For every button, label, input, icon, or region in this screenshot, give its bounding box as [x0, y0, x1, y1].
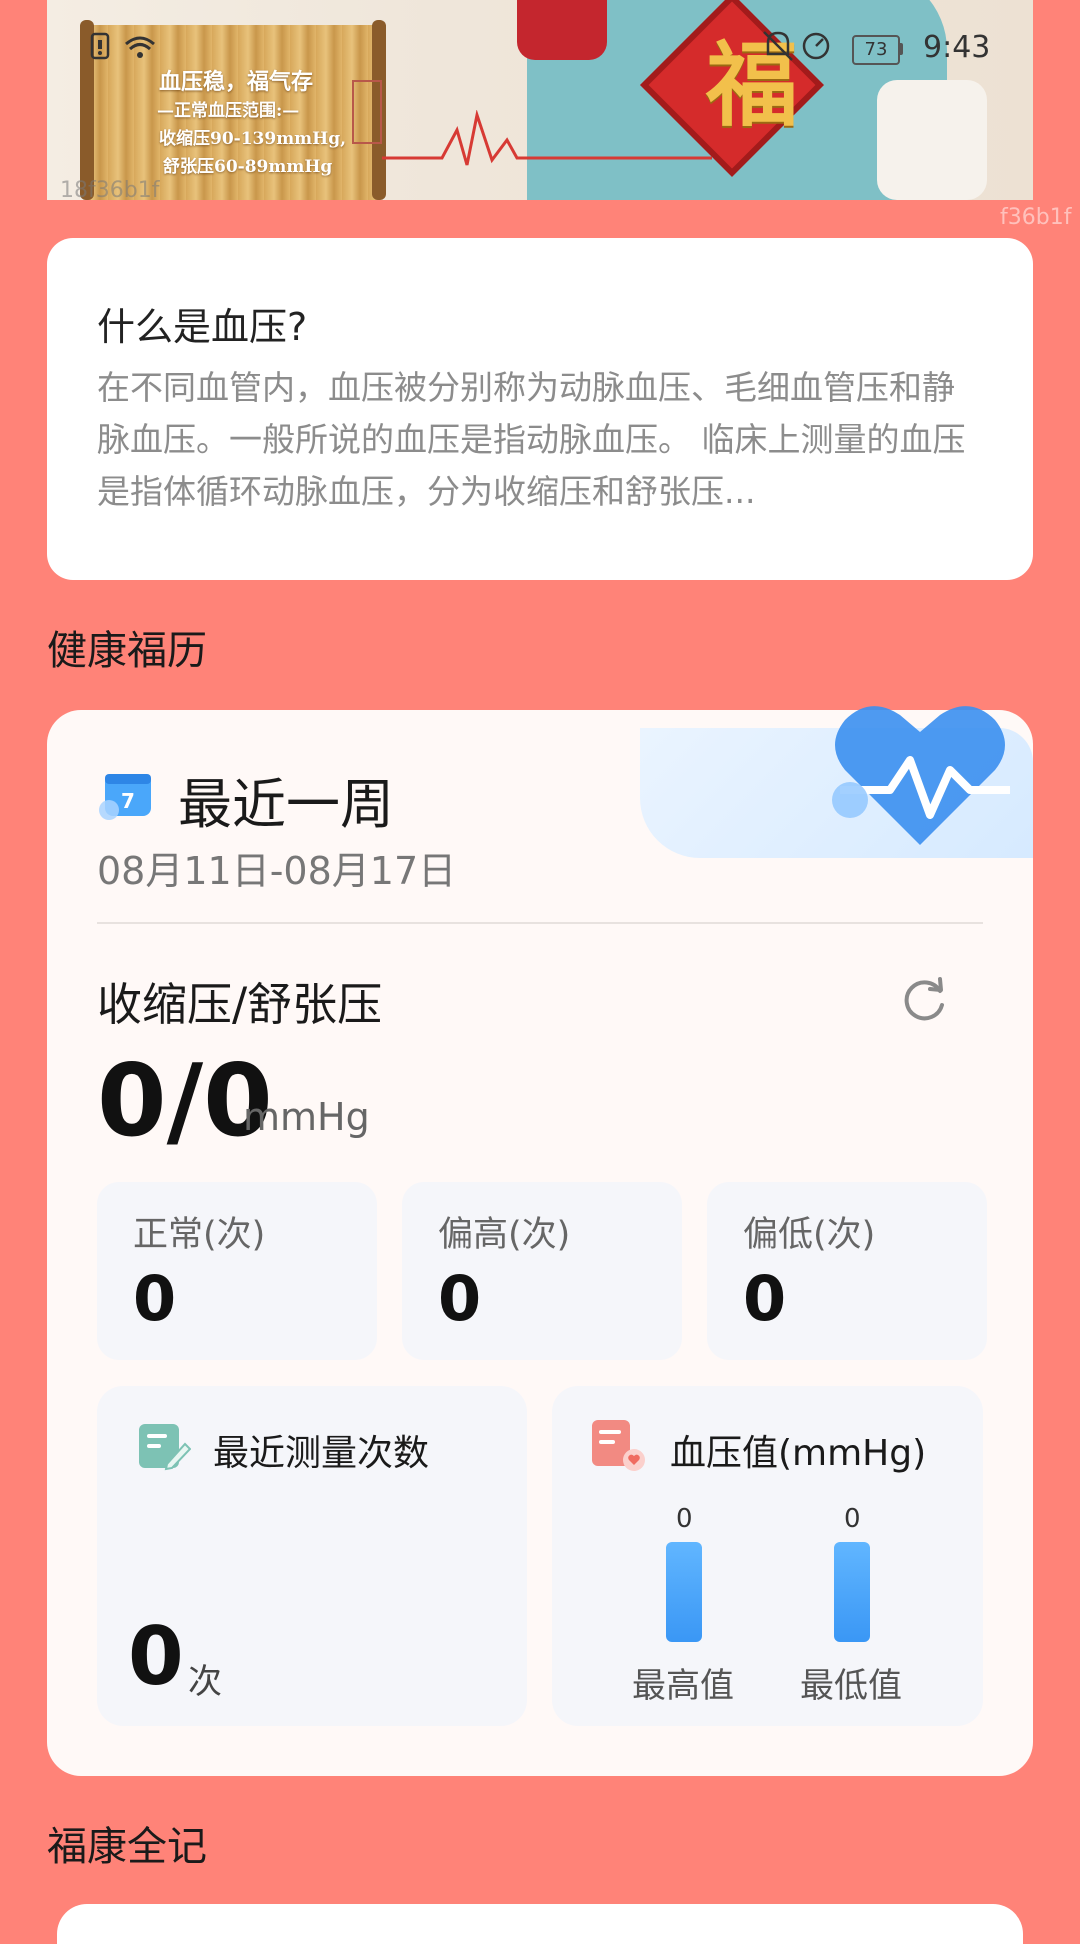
week-date-range: 08月11日-08月17日: [97, 849, 457, 893]
bar-min-label: 最低值: [800, 1666, 902, 1706]
measure-count-label: 最近测量次数: [213, 1433, 430, 1474]
stat-high-label: 偏高(次): [438, 1215, 571, 1255]
bp-chart-title: 血压值(mmHg): [670, 1433, 927, 1474]
banner-headline: 血压稳，福气存: [159, 69, 314, 95]
section-title-health-calendar: 健康福历: [47, 628, 207, 674]
status-left-icons: [90, 28, 170, 69]
watermark-right: f36b1f: [1000, 205, 1072, 230]
ecg-line-icon: [382, 110, 712, 166]
bar-min-value: 0: [844, 1504, 861, 1534]
stat-normal-value: 0: [133, 1262, 177, 1335]
svg-text:7: 7: [121, 789, 135, 813]
heart-pulse-icon: [832, 706, 1010, 845]
banner-diastolic-range: 舒张压60-89mmHg: [163, 157, 333, 177]
stat-low-label: 偏低(次): [743, 1215, 876, 1255]
watermark-left: 18f36b1f: [60, 178, 160, 203]
seal-stamp: [352, 80, 382, 144]
bp-unit: mmHg: [243, 1095, 370, 1139]
battery-tip: [899, 43, 903, 55]
character-cuff: [877, 80, 987, 200]
battery-indicator: 73: [852, 35, 900, 65]
status-time: 9:43: [923, 30, 991, 65]
bar-max-label: 最高值: [632, 1666, 734, 1706]
wifi-icon: [90, 32, 155, 60]
bp-label: 收缩压/舒张压: [97, 978, 383, 1031]
status-right-icons: [760, 28, 840, 69]
measure-count-value: 0: [128, 1610, 184, 1703]
week-title: 最近一周: [178, 773, 394, 836]
divider: [97, 922, 983, 924]
stat-low-value: 0: [743, 1262, 787, 1335]
stat-normal-label: 正常(次): [133, 1215, 266, 1255]
info-card-body: 在不同血管内，血压被分别称为动脉血压、毛细血管压和静脉血压。一般所说的血压是指动…: [97, 368, 966, 511]
refresh-icon[interactable]: [898, 975, 950, 1027]
next-card-peek[interactable]: [57, 1904, 1023, 1944]
note-edit-icon: [139, 1424, 191, 1471]
banner-range-title: —正常血压范围:—: [157, 101, 300, 121]
bar-max: [666, 1542, 702, 1642]
stat-high-value: 0: [438, 1262, 482, 1335]
calendar-icon: 7: [99, 774, 151, 820]
red-pouch: [517, 0, 607, 60]
top-banner[interactable]: 血压稳，福气存 —正常血压范围:— 收缩压90-139mmHg, 舒张压60-8…: [47, 0, 1033, 200]
section-title-full-record: 福康全记: [47, 1824, 207, 1870]
bar-max-value: 0: [676, 1504, 693, 1534]
bar-min: [834, 1542, 870, 1642]
measure-count-unit: 次: [188, 1662, 222, 1702]
info-card-title: 什么是血压?: [97, 305, 308, 349]
mute-bell-icon: [763, 31, 830, 61]
banner-systolic-range: 收缩压90-139mmHg,: [159, 129, 347, 149]
bp-report-icon: [592, 1420, 645, 1471]
